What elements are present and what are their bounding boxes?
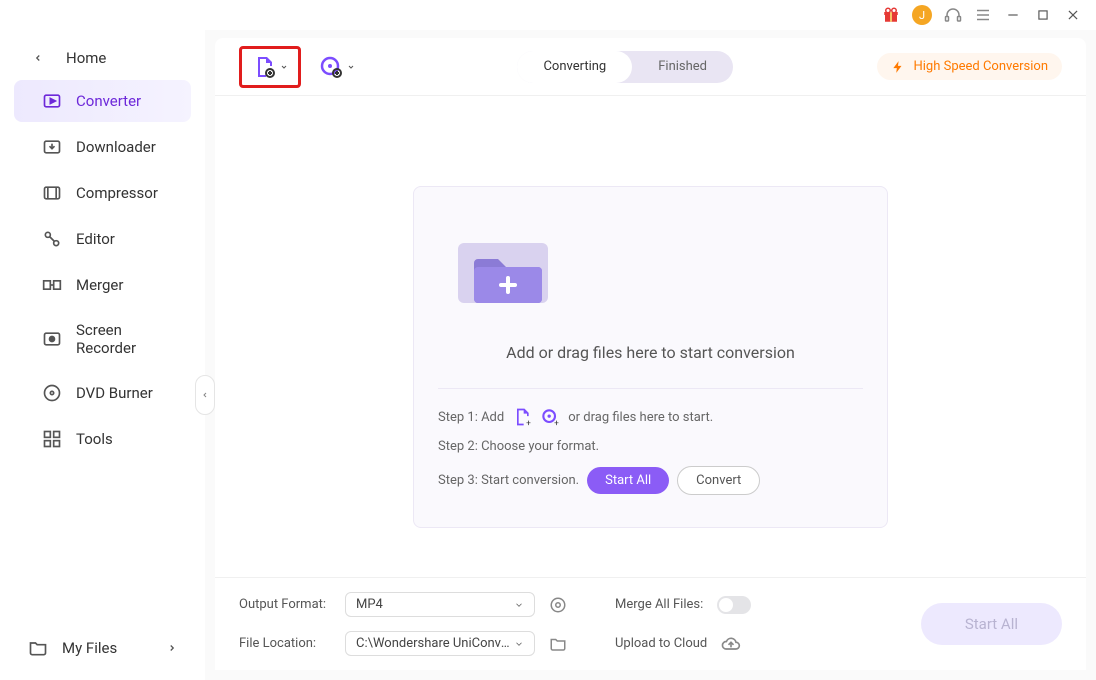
tab-finished[interactable]: Finished bbox=[632, 51, 733, 83]
open-folder-icon[interactable] bbox=[549, 635, 567, 653]
step1-prefix: Step 1: Add bbox=[438, 410, 504, 425]
output-format-label: Output Format: bbox=[239, 597, 331, 612]
lightning-icon bbox=[891, 60, 905, 74]
merger-icon bbox=[42, 275, 62, 295]
sidebar-item-dvd-burner[interactable]: DVD Burner bbox=[14, 372, 191, 414]
tabs: Converting Finished bbox=[517, 51, 733, 83]
chevron-down-icon bbox=[347, 63, 355, 71]
step1-suffix: or drag files here to start. bbox=[568, 410, 713, 425]
file-location-label: File Location: bbox=[239, 636, 331, 651]
sidebar-item-label: Editor bbox=[76, 230, 115, 248]
converter-icon bbox=[42, 91, 62, 111]
chevron-down-icon bbox=[514, 639, 524, 649]
chevron-down-icon bbox=[280, 63, 288, 71]
chevron-right-icon bbox=[167, 643, 177, 653]
sidebar-home-label: Home bbox=[66, 49, 106, 67]
svg-text:+: + bbox=[526, 418, 531, 427]
tab-converting[interactable]: Converting bbox=[517, 51, 632, 83]
step-2: Step 2: Choose your format. bbox=[438, 439, 863, 454]
sidebar-item-label: Downloader bbox=[76, 138, 156, 156]
footer: Output Format: MP4 Merge All Files: File… bbox=[215, 577, 1086, 670]
folder-icon bbox=[28, 638, 48, 658]
sidebar: Home Converter Downloader Compressor Edi bbox=[0, 30, 205, 680]
download-icon bbox=[42, 137, 62, 157]
sidebar-item-editor[interactable]: Editor bbox=[14, 218, 191, 260]
sidebar-item-tools[interactable]: Tools bbox=[14, 418, 191, 460]
headset-icon[interactable] bbox=[944, 6, 962, 24]
cloud-label: Upload to Cloud bbox=[615, 636, 707, 651]
sidebar-item-label: Screen Recorder bbox=[76, 321, 163, 357]
settings-icon[interactable] bbox=[549, 596, 567, 614]
sidebar-item-compressor[interactable]: Compressor bbox=[14, 172, 191, 214]
svg-text:+: + bbox=[554, 418, 559, 427]
gift-icon[interactable] bbox=[882, 6, 900, 24]
menu-icon[interactable] bbox=[974, 6, 992, 24]
sidebar-item-converter[interactable]: Converter bbox=[14, 80, 191, 122]
step3-text: Step 3: Start conversion. bbox=[438, 473, 579, 488]
add-folder-icon bbox=[438, 223, 863, 323]
sidebar-home[interactable]: Home bbox=[0, 38, 205, 78]
output-format-select[interactable]: MP4 bbox=[345, 592, 535, 617]
add-file-button[interactable] bbox=[239, 46, 301, 88]
add-dvd-small-icon: + bbox=[540, 407, 560, 427]
high-speed-conversion-badge[interactable]: High Speed Conversion bbox=[877, 53, 1062, 80]
dvd-icon bbox=[42, 383, 62, 403]
minimize-icon[interactable] bbox=[1004, 6, 1022, 24]
dropzone-main-text: Add or drag files here to start conversi… bbox=[438, 343, 863, 362]
dropzone[interactable]: Add or drag files here to start conversi… bbox=[413, 186, 888, 528]
avatar[interactable]: J bbox=[912, 5, 932, 25]
hsc-label: High Speed Conversion bbox=[913, 59, 1048, 74]
sidebar-item-label: DVD Burner bbox=[76, 384, 153, 402]
step-1: Step 1: Add + + or drag files here to st… bbox=[438, 407, 863, 427]
editor-icon bbox=[42, 229, 62, 249]
sidebar-my-files[interactable]: My Files bbox=[0, 624, 205, 672]
file-location-select[interactable]: C:\Wondershare UniConverter 1 bbox=[345, 631, 535, 656]
sidebar-item-downloader[interactable]: Downloader bbox=[14, 126, 191, 168]
merge-label: Merge All Files: bbox=[615, 597, 703, 612]
toolbar: Converting Finished High Speed Conversio… bbox=[215, 38, 1086, 96]
merge-toggle[interactable] bbox=[717, 596, 751, 614]
sidebar-bottom-label: My Files bbox=[62, 639, 117, 657]
cloud-icon[interactable] bbox=[721, 634, 741, 654]
chevron-left-icon bbox=[28, 48, 48, 68]
chevron-down-icon bbox=[514, 600, 524, 610]
output-format-value: MP4 bbox=[356, 597, 383, 612]
add-file-small-icon: + bbox=[512, 407, 532, 427]
sidebar-item-merger[interactable]: Merger bbox=[14, 264, 191, 306]
convert-small-button[interactable]: Convert bbox=[677, 466, 760, 495]
close-icon[interactable] bbox=[1064, 6, 1082, 24]
step-3: Step 3: Start conversion. Start All Conv… bbox=[438, 466, 863, 495]
file-location-value: C:\Wondershare UniConverter 1 bbox=[356, 636, 514, 651]
titlebar: J bbox=[0, 0, 1096, 30]
sidebar-item-label: Merger bbox=[76, 276, 123, 294]
tools-icon bbox=[42, 429, 62, 449]
start-all-button[interactable]: Start All bbox=[921, 603, 1062, 645]
content: Converting Finished High Speed Conversio… bbox=[205, 30, 1096, 680]
body-area: Add or drag files here to start conversi… bbox=[215, 96, 1086, 577]
steps: Step 1: Add + + or drag files here to st… bbox=[438, 388, 863, 495]
sidebar-item-label: Tools bbox=[76, 430, 113, 448]
compressor-icon bbox=[42, 183, 62, 203]
add-dvd-button[interactable] bbox=[309, 49, 365, 85]
sidebar-item-screen-recorder[interactable]: Screen Recorder bbox=[14, 310, 191, 368]
maximize-icon[interactable] bbox=[1034, 6, 1052, 24]
sidebar-item-label: Compressor bbox=[76, 184, 158, 202]
sidebar-item-label: Converter bbox=[76, 92, 141, 110]
screen-recorder-icon bbox=[42, 329, 62, 349]
start-all-small-button[interactable]: Start All bbox=[587, 467, 669, 494]
sidebar-collapse-handle[interactable] bbox=[195, 375, 215, 415]
